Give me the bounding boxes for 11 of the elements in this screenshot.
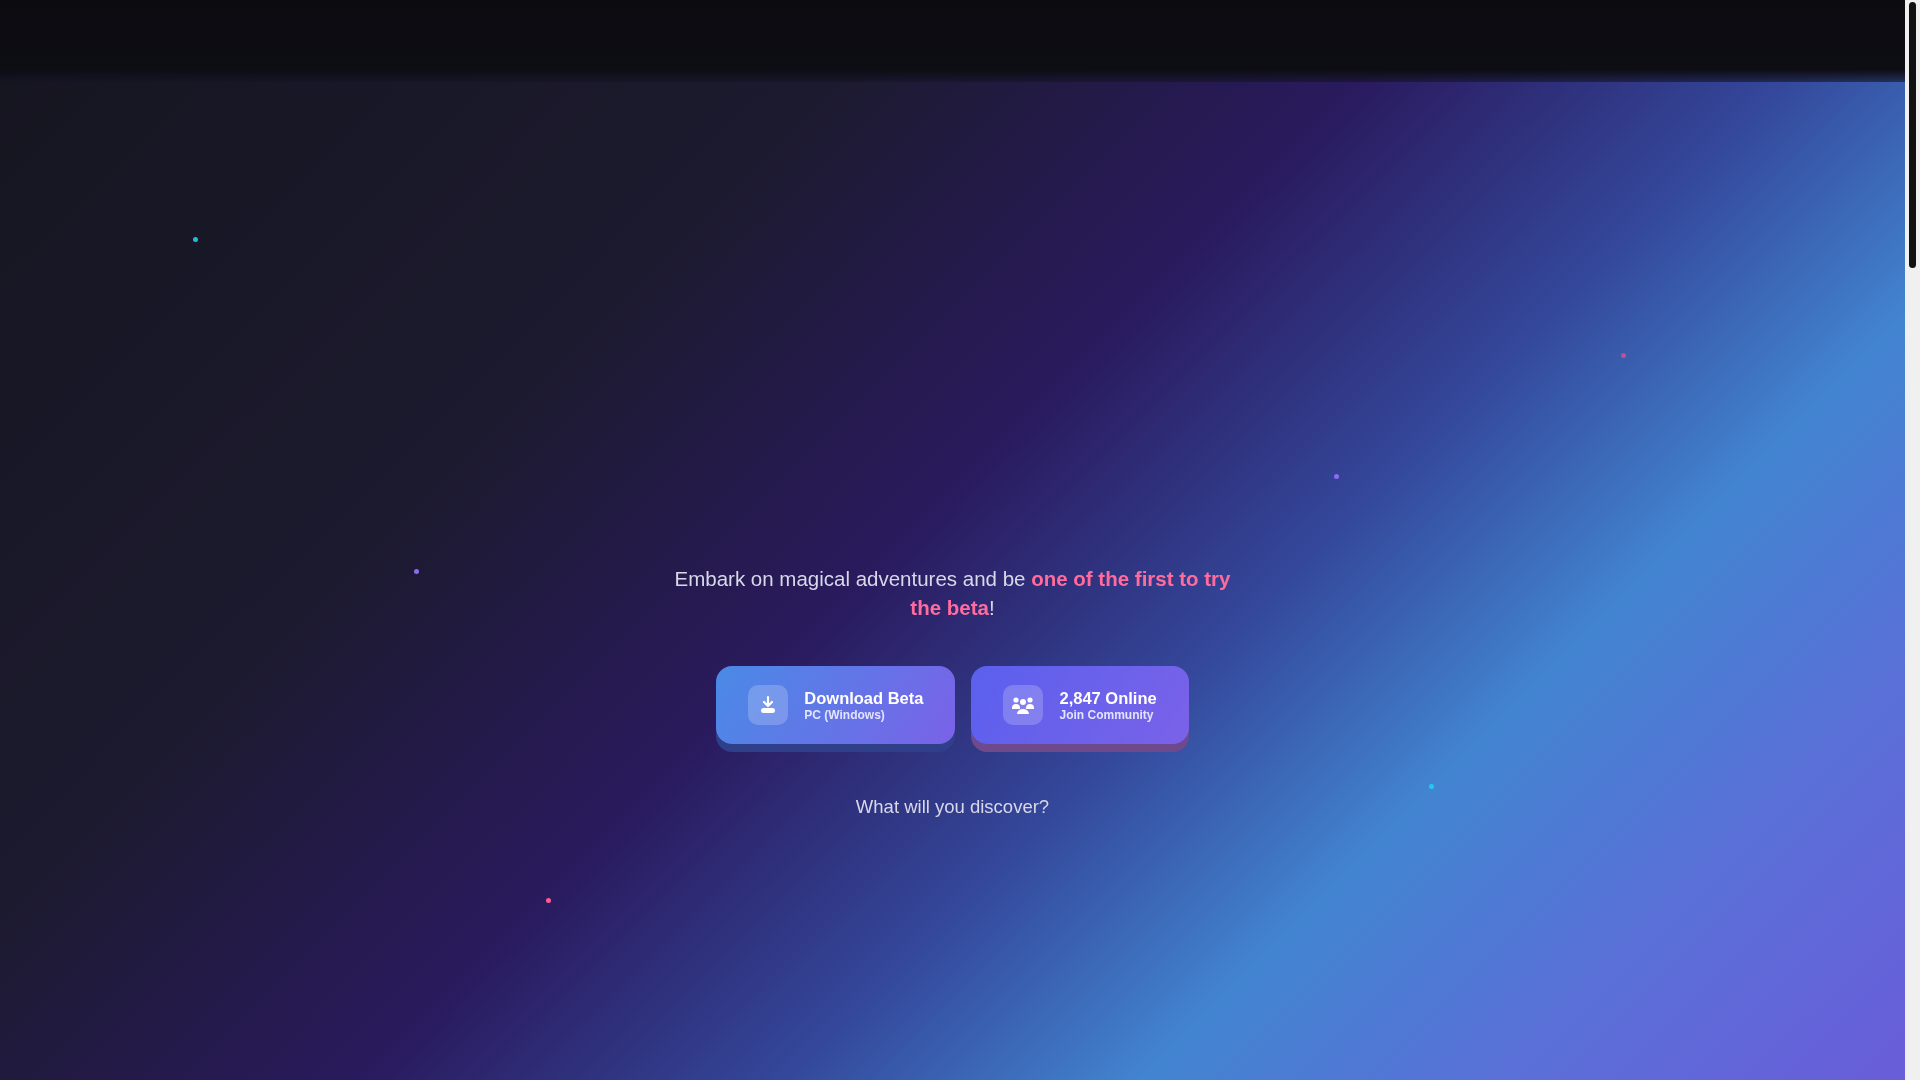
scrollbar-thumb[interactable] [1909,2,1916,268]
tagline: Embark on magical adventures and be one of the first to try the beta! [673,566,1232,621]
discover-prompt: What will you discover? [855,796,1050,818]
scrollbar[interactable] [1905,0,1920,1080]
sparkle-dot [414,569,419,574]
sparkle-dot [193,237,198,242]
sparkle-dot [1621,353,1626,358]
users-icon [1011,695,1036,715]
sparkle-dot [1429,784,1434,789]
sparkle-dot [546,898,551,903]
sparkle-dot [1334,474,1339,479]
